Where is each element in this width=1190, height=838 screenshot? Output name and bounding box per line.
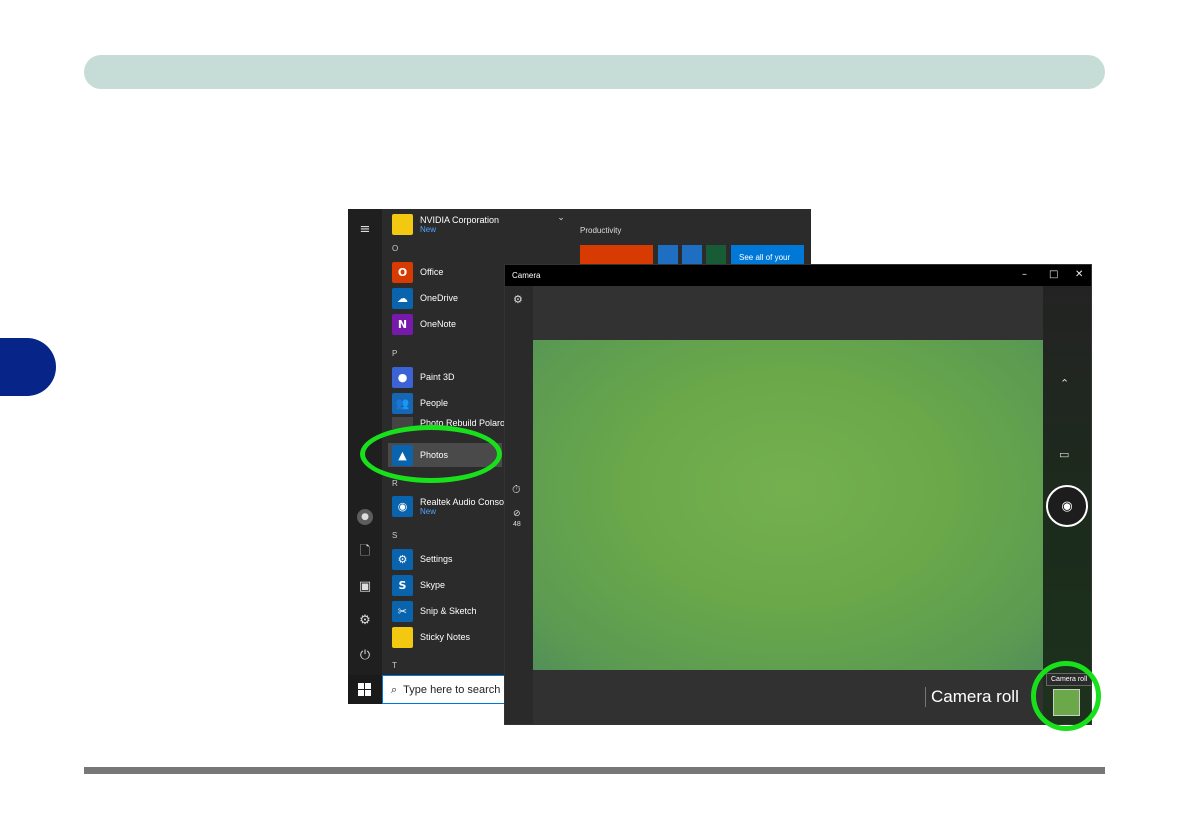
camera-left-panel bbox=[505, 286, 533, 724]
video-mode-icon[interactable]: ▭ bbox=[1059, 448, 1069, 461]
app-label: Sticky Notes bbox=[420, 632, 471, 642]
office-tile[interactable] bbox=[580, 245, 653, 265]
chapter-side-tab bbox=[0, 338, 56, 396]
disabled-mode-icon[interactable]: ⊘ bbox=[513, 509, 521, 519]
new-badge: New bbox=[420, 224, 437, 234]
window-title: Camera bbox=[512, 271, 541, 280]
snip-sketch-icon: ✂ bbox=[392, 600, 413, 622]
windows-start-button[interactable] bbox=[348, 675, 382, 704]
realtek-icon: ◉ bbox=[392, 495, 413, 517]
see-all-tile[interactable]: See all of your bbox=[731, 245, 804, 265]
onenote-icon: N bbox=[392, 313, 413, 335]
chevron-up-icon[interactable]: ⌃ bbox=[1060, 377, 1069, 390]
office-icon: O bbox=[392, 261, 413, 283]
new-badge: New bbox=[420, 506, 437, 516]
pictures-icon[interactable]: ▣ bbox=[356, 578, 374, 596]
app-label: People bbox=[420, 398, 449, 408]
power-icon[interactable]: ⏻ bbox=[356, 647, 374, 665]
photo-timer-icon[interactable]: ⏱ bbox=[512, 483, 521, 497]
maximize-icon[interactable]: □ bbox=[1049, 268, 1058, 282]
manual-page: ≡ ● 🗋 ▣ ⚙ ⏻ NVIDIA Corporation New ⌄ O O… bbox=[0, 0, 1190, 838]
app-label: Office bbox=[420, 267, 444, 277]
word-tile[interactable] bbox=[682, 245, 702, 265]
hamburger-menu-icon[interactable]: ≡ bbox=[356, 221, 374, 239]
camera-viewfinder[interactable] bbox=[533, 340, 1043, 670]
productivity-group-label: Productivity bbox=[580, 226, 622, 235]
settings-icon: ⚙ bbox=[392, 548, 413, 570]
minimize-icon[interactable]: – bbox=[1022, 268, 1027, 282]
documents-icon[interactable]: 🗋 bbox=[356, 543, 374, 561]
close-icon[interactable]: ✕ bbox=[1075, 268, 1083, 282]
letter-header[interactable]: R bbox=[392, 479, 398, 488]
excel-tile[interactable] bbox=[706, 245, 726, 265]
search-icon: ⌕ bbox=[391, 682, 398, 696]
sticky-notes-icon bbox=[392, 626, 413, 648]
highlight-circle-camera-roll bbox=[1031, 661, 1101, 731]
app-label: Snip & Sketch bbox=[420, 606, 477, 616]
app-label: NVIDIA Corporation bbox=[420, 214, 500, 225]
page-header-bar bbox=[84, 55, 1105, 89]
highlight-circle-photos bbox=[360, 425, 502, 483]
camera-roll-label: Camera roll bbox=[925, 687, 1019, 707]
letter-header[interactable]: O bbox=[392, 244, 398, 253]
camera-settings-icon[interactable]: ⚙ bbox=[513, 293, 523, 306]
user-avatar-icon[interactable]: ● bbox=[357, 509, 373, 525]
app-label: Skype bbox=[420, 580, 446, 590]
settings-gear-icon[interactable]: ⚙ bbox=[356, 612, 374, 630]
skype-icon: S bbox=[392, 574, 413, 596]
onedrive-icon: ☁ bbox=[392, 287, 413, 309]
search-placeholder: Type here to search bbox=[403, 683, 501, 696]
letter-header[interactable]: S bbox=[392, 531, 397, 540]
app-label: Paint 3D bbox=[420, 372, 455, 382]
outlook-tile[interactable] bbox=[658, 245, 678, 265]
resolution-indicator: 48 bbox=[513, 521, 521, 528]
footer-rule bbox=[84, 767, 1105, 774]
app-label: OneDrive bbox=[420, 293, 459, 303]
app-nvidia-corporation[interactable]: NVIDIA Corporation New bbox=[392, 212, 542, 236]
chevron-down-icon[interactable]: ⌄ bbox=[552, 209, 570, 227]
camera-top-band bbox=[533, 286, 1043, 340]
folder-icon bbox=[392, 213, 413, 235]
people-icon: 👥 bbox=[392, 392, 413, 414]
paint-3d-icon: ● bbox=[392, 366, 413, 388]
app-label: Realtek Audio Console bbox=[420, 496, 512, 507]
camera-window: Camera – □ ✕ ⚙ ⏱ ⊘ 48 ⌃ ▭ ◉ Camera roll … bbox=[504, 264, 1092, 725]
camera-titlebar: Camera bbox=[505, 265, 1091, 286]
app-label: Settings bbox=[420, 554, 453, 564]
take-photo-button[interactable]: ◉ bbox=[1046, 485, 1088, 527]
letter-header[interactable]: T bbox=[392, 661, 397, 670]
app-label: OneNote bbox=[420, 319, 457, 329]
letter-header[interactable]: P bbox=[392, 349, 397, 358]
